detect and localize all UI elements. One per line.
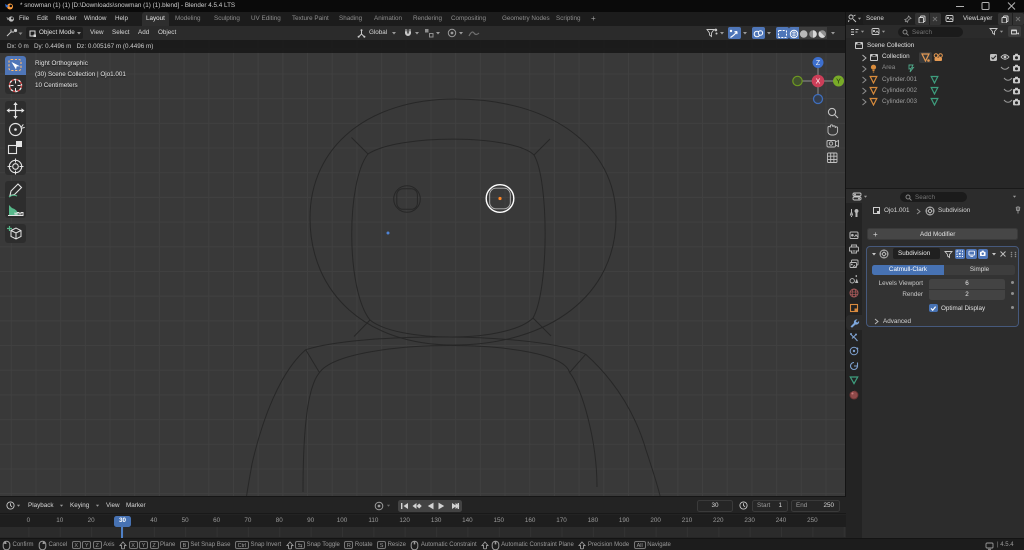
svg-text:X: X <box>816 79 821 86</box>
svg-text:Z: Z <box>816 60 821 67</box>
svg-text:Y: Y <box>836 79 841 86</box>
